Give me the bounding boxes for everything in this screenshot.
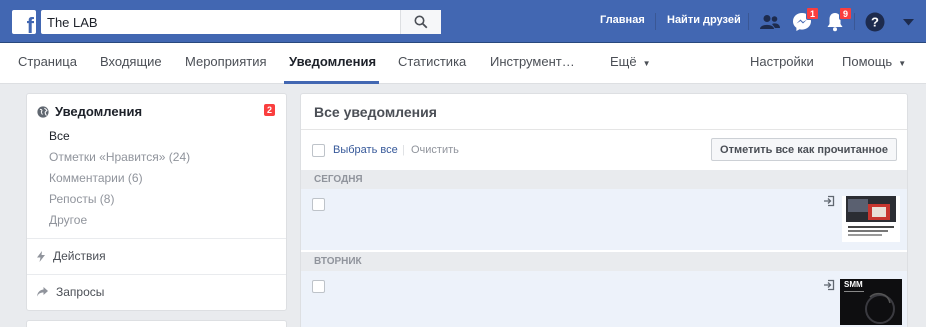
- open-icon[interactable]: [823, 279, 835, 291]
- nav-divider: [748, 13, 749, 30]
- mark-all-read-button[interactable]: Отметить все как прочитанное: [711, 138, 897, 161]
- nav-divider: [854, 13, 855, 30]
- help-menu-label: Помощь: [842, 54, 893, 69]
- tab-insights[interactable]: Статистика: [398, 54, 466, 69]
- all-notifications-panel: Все уведомления Выбрать все | Очистить О…: [300, 93, 908, 327]
- friend-requests-button[interactable]: [759, 11, 781, 33]
- lightning-icon: [37, 250, 45, 262]
- account-menu-button[interactable]: [897, 11, 919, 33]
- filter-all[interactable]: Все: [49, 129, 70, 143]
- notifications-button[interactable]: 9: [824, 7, 852, 33]
- messages-button[interactable]: 1: [791, 7, 819, 33]
- tab-more-label: Ещё: [610, 54, 637, 69]
- help-menu[interactable]: Помощь ▼: [842, 54, 906, 69]
- page-tabs-bar: Страница Входящие Мероприятия Уведомлени…: [0, 43, 926, 84]
- globe-icon: [37, 105, 49, 118]
- secondary-panel: [26, 320, 287, 327]
- actions-link[interactable]: Действия: [37, 249, 106, 263]
- panel-title: Все уведомления: [314, 104, 437, 120]
- caret-down-icon: [902, 18, 914, 25]
- filter-shares[interactable]: Репосты (8): [49, 192, 114, 206]
- panel-divider: [27, 238, 286, 239]
- toolbar-divider: |: [402, 144, 405, 156]
- caret-down-icon: ▼: [898, 59, 907, 68]
- notification-body: [332, 189, 907, 250]
- tab-page[interactable]: Страница: [18, 54, 77, 69]
- open-icon[interactable]: [823, 195, 835, 207]
- notification-thumbnail[interactable]: SMM: [840, 279, 902, 325]
- filter-panel-header: Уведомления: [37, 104, 142, 119]
- search-icon: [414, 15, 428, 29]
- tab-inbox[interactable]: Входящие: [100, 54, 162, 69]
- top-bar: f Главная Найти друзей 1 9 ?: [0, 0, 926, 43]
- notification-thumbnail[interactable]: [842, 196, 900, 242]
- clear-link[interactable]: Очистить: [411, 144, 459, 156]
- facebook-logo[interactable]: f: [12, 10, 36, 34]
- row-checkbox[interactable]: [312, 198, 325, 211]
- messages-count-badge: 1: [805, 7, 819, 20]
- filter-other[interactable]: Другое: [49, 213, 87, 227]
- panel-divider: [27, 274, 286, 275]
- friends-icon: [760, 15, 780, 29]
- active-tab-indicator: [284, 81, 379, 84]
- tab-notifications[interactable]: Уведомления: [289, 54, 376, 69]
- share-arrow-icon: [37, 287, 48, 297]
- notifications-filter-panel: Уведомления 2 Все Отметки «Нравится» (24…: [26, 93, 287, 311]
- thumbnail-text: SMM: [844, 280, 863, 289]
- search-box: [41, 10, 441, 34]
- requests-link[interactable]: Запросы: [37, 285, 104, 299]
- tab-tools[interactable]: Инструмент…: [490, 54, 575, 69]
- search-button[interactable]: [400, 10, 441, 34]
- notification-row[interactable]: SMM: [301, 271, 907, 327]
- help-icon: ?: [865, 12, 885, 32]
- filter-comments[interactable]: Комментарии (6): [49, 171, 143, 185]
- filter-likes[interactable]: Отметки «Нравится» (24): [49, 150, 190, 164]
- filter-panel-title: Уведомления: [55, 104, 143, 119]
- settings-link[interactable]: Настройки: [750, 54, 814, 69]
- mark-all-read-label: Отметить все как прочитанное: [720, 143, 888, 156]
- panel-divider: [301, 129, 907, 130]
- tab-more[interactable]: Ещё ▼: [610, 54, 651, 69]
- notification-row[interactable]: [301, 189, 907, 250]
- section-header-today: СЕГОДНЯ: [301, 170, 907, 189]
- unread-count-badge: 2: [264, 104, 275, 116]
- search-input[interactable]: [41, 10, 400, 34]
- actions-label: Действия: [53, 249, 106, 263]
- help-button[interactable]: ?: [864, 11, 886, 33]
- home-link[interactable]: Главная: [600, 14, 645, 26]
- section-header-tuesday: ВТОРНИК: [301, 252, 907, 271]
- select-all-checkbox[interactable]: [312, 144, 325, 157]
- nav-divider: [655, 13, 656, 30]
- svg-text:?: ?: [871, 15, 879, 30]
- notification-body: [332, 271, 907, 327]
- row-checkbox[interactable]: [312, 280, 325, 293]
- requests-label: Запросы: [56, 285, 105, 299]
- find-friends-link[interactable]: Найти друзей: [667, 14, 741, 26]
- thumbnail-image: [842, 196, 900, 242]
- select-all-link[interactable]: Выбрать все: [333, 144, 398, 156]
- tab-events[interactable]: Мероприятия: [185, 54, 267, 69]
- caret-down-icon: ▼: [642, 59, 651, 68]
- notifications-count-badge: 9: [838, 7, 852, 20]
